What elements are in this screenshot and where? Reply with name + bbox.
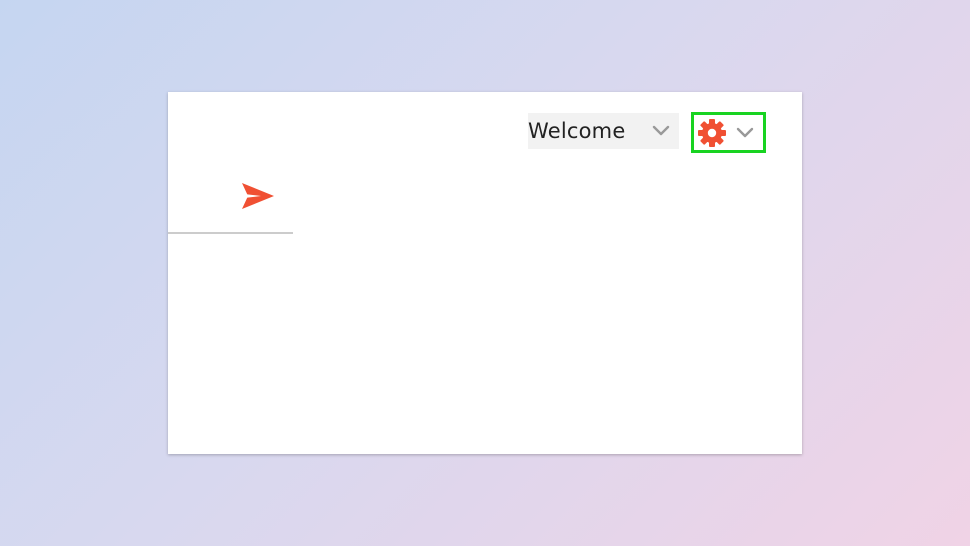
welcome-dropdown[interactable]: Welcome [528, 113, 679, 149]
welcome-label: Welcome [528, 119, 626, 143]
chevron-down-icon [736, 127, 754, 138]
tab-underline [168, 232, 293, 234]
chevron-down-icon [652, 125, 670, 136]
app-window: Welcome [168, 92, 802, 454]
settings-menu-button[interactable] [691, 112, 766, 153]
send-icon[interactable] [241, 182, 275, 210]
gear-icon [698, 119, 726, 147]
